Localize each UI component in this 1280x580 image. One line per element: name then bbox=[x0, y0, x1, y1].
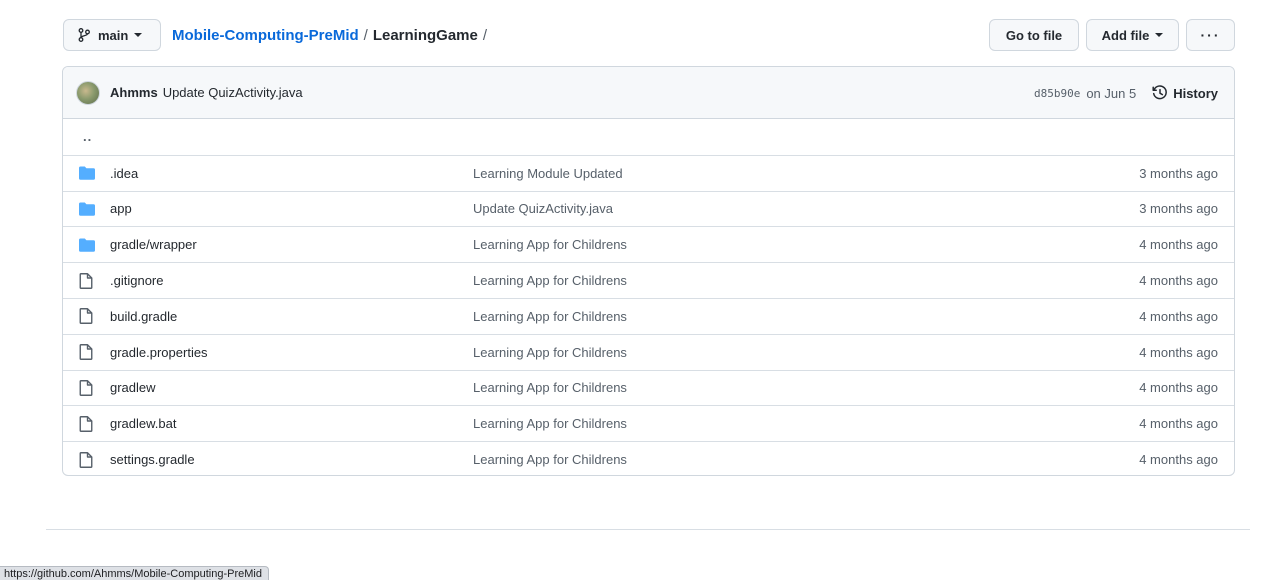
file-commit-age: 4 months ago bbox=[1139, 380, 1218, 396]
table-row[interactable]: .idea Learning Module Updated 3 months ago bbox=[63, 154, 1234, 191]
commit-date: on Jun 5 bbox=[1086, 85, 1137, 101]
git-branch-icon bbox=[78, 27, 92, 43]
history-icon bbox=[1152, 85, 1168, 101]
file-commit-message-link[interactable]: Learning App for Childrens bbox=[473, 345, 627, 360]
file-name-link[interactable]: gradle/wrapper bbox=[110, 237, 197, 252]
history-label: History bbox=[1173, 85, 1218, 101]
file-commit-message-link[interactable]: Learning App for Childrens bbox=[473, 416, 627, 431]
file-icon bbox=[79, 299, 93, 334]
table-row[interactable]: app Update QuizActivity.java 3 months ago bbox=[63, 190, 1234, 227]
add-file-label: Add file bbox=[1101, 27, 1150, 43]
breadcrumb-separator: / bbox=[363, 26, 368, 44]
file-name-link[interactable]: build.gradle bbox=[110, 309, 177, 324]
file-icon bbox=[79, 371, 93, 406]
file-name-link[interactable]: app bbox=[110, 201, 132, 216]
commit-message[interactable]: Update QuizActivity.java bbox=[163, 85, 303, 100]
breadcrumb-current-dir: LearningGame bbox=[372, 26, 478, 44]
parent-directory-link[interactable]: .. bbox=[63, 119, 1234, 155]
file-name-link[interactable]: gradle.properties bbox=[110, 345, 208, 360]
file-commit-age: 4 months ago bbox=[1139, 237, 1218, 253]
chevron-down-icon bbox=[134, 33, 143, 37]
branch-name: main bbox=[98, 27, 129, 43]
commit-sha[interactable]: d85b90e bbox=[1034, 87, 1080, 100]
commit-author[interactable]: Ahmms bbox=[110, 85, 158, 100]
history-link[interactable]: History bbox=[1152, 85, 1218, 101]
table-row[interactable]: settings.gradle Learning App for Children… bbox=[63, 441, 1234, 475]
file-commit-age: 3 months ago bbox=[1139, 165, 1218, 181]
folder-icon bbox=[79, 192, 95, 227]
table-row[interactable]: gradlew.bat Learning App for Childrens 4 m… bbox=[63, 405, 1234, 441]
more-options-button[interactable]: ··· bbox=[1186, 19, 1235, 51]
file-name-link[interactable]: .idea bbox=[110, 166, 138, 181]
file-icon bbox=[79, 335, 93, 370]
file-name-link[interactable]: gradlew bbox=[110, 380, 156, 395]
footer-divider bbox=[46, 529, 1250, 530]
table-row[interactable]: .gitignore Learning App for Childrens 4 mo… bbox=[63, 262, 1234, 298]
go-to-file-button[interactable]: Go to file bbox=[989, 19, 1079, 51]
table-row[interactable]: gradle/wrapper Learning App for Childrens… bbox=[63, 226, 1234, 262]
file-commit-message-link[interactable]: Learning App for Childrens bbox=[473, 309, 627, 324]
chevron-down-icon bbox=[1155, 33, 1164, 37]
file-list: .. .idea Learning Module Updated 3 months … bbox=[63, 119, 1234, 475]
file-icon bbox=[79, 442, 93, 475]
table-row[interactable]: gradlew Learning App for Childrens 4 month… bbox=[63, 369, 1234, 406]
repo-toolbar: main Mobile-Computing-PreMid / LearningG… bbox=[63, 19, 1235, 51]
avatar[interactable] bbox=[76, 80, 100, 105]
file-name-link[interactable]: settings.gradle bbox=[110, 452, 195, 467]
table-row[interactable]: gradle.properties Learning App for Childr… bbox=[63, 333, 1234, 370]
file-commit-message-link[interactable]: Update QuizActivity.java bbox=[473, 201, 613, 216]
file-commit-age: 4 months ago bbox=[1139, 344, 1218, 360]
file-commit-message-link[interactable]: Learning App for Childrens bbox=[473, 452, 627, 467]
file-icon bbox=[79, 406, 93, 441]
file-name-link[interactable]: .gitignore bbox=[110, 273, 163, 288]
breadcrumb: Mobile-Computing-PreMid / LearningGame / bbox=[172, 19, 492, 51]
file-commit-age: 4 months ago bbox=[1139, 416, 1218, 432]
file-browser: Ahmms Update QuizActivity.java d85b90e o… bbox=[62, 66, 1235, 476]
table-row[interactable]: build.gradle Learning App for Childrens 4 … bbox=[63, 297, 1234, 334]
breadcrumb-trailing-separator: / bbox=[482, 26, 488, 44]
file-commit-age: 4 months ago bbox=[1139, 308, 1218, 324]
folder-icon bbox=[79, 227, 95, 262]
file-icon bbox=[79, 263, 93, 298]
folder-icon bbox=[79, 156, 95, 191]
commit-meta: d85b90e on Jun 5 History bbox=[1034, 67, 1218, 119]
file-commit-message-link[interactable]: Learning App for Childrens bbox=[473, 237, 627, 252]
branch-selector-button[interactable]: main bbox=[63, 19, 161, 51]
add-file-button[interactable]: Add file bbox=[1086, 19, 1179, 51]
file-commit-age: 4 months ago bbox=[1139, 452, 1218, 468]
breadcrumb-repo-link[interactable]: Mobile-Computing-PreMid bbox=[172, 27, 359, 44]
file-commit-age: 3 months ago bbox=[1139, 201, 1218, 217]
file-commit-message-link[interactable]: Learning App for Childrens bbox=[473, 380, 627, 395]
file-commit-message-link[interactable]: Learning App for Childrens bbox=[473, 273, 627, 288]
status-bar-url: https://github.com/Ahmms/Mobile-Computin… bbox=[0, 566, 269, 580]
file-commit-message-link[interactable]: Learning Module Updated bbox=[473, 166, 623, 181]
file-commit-age: 4 months ago bbox=[1139, 273, 1218, 289]
file-name-link[interactable]: gradlew.bat bbox=[110, 416, 177, 431]
latest-commit-bar: Ahmms Update QuizActivity.java d85b90e o… bbox=[63, 67, 1234, 119]
